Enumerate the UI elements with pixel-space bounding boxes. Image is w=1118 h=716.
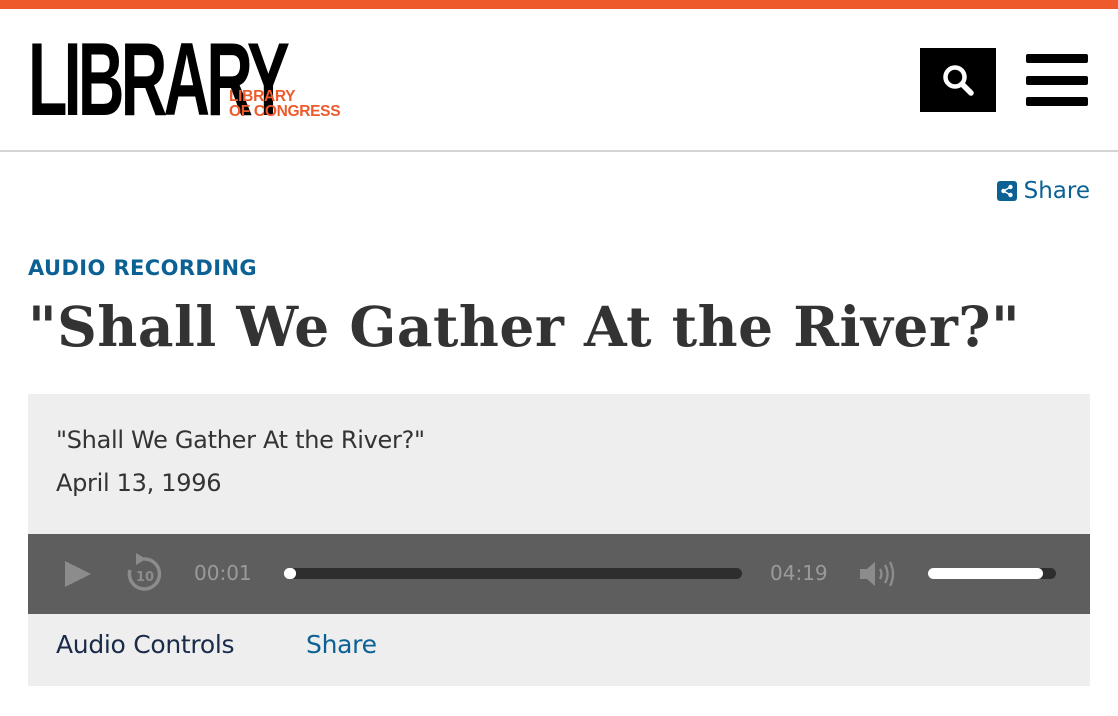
rewind-seconds-label: 10 <box>136 570 154 585</box>
media-date: April 13, 1996 <box>56 469 222 497</box>
hamburger-line <box>1026 97 1088 106</box>
media-title: "Shall We Gather At the River?" <box>56 426 425 454</box>
menu-button[interactable] <box>1026 54 1088 106</box>
logo-subtitle-line1: LIBRARY <box>229 88 296 105</box>
seek-bar[interactable] <box>284 568 742 579</box>
search-icon <box>943 65 974 96</box>
library-logo[interactable]: LIBRARY LIBRARY OF CONGRESS <box>28 22 358 138</box>
share-link-label: Share <box>1023 178 1090 204</box>
volume-icon <box>860 561 895 587</box>
hamburger-menu-icon <box>1026 54 1088 63</box>
media-tabs: Audio Controls Share <box>28 614 1090 686</box>
item-format-label: AUDIO RECORDING <box>28 256 258 280</box>
volume-level <box>928 568 1044 579</box>
volume-slider[interactable] <box>928 568 1056 579</box>
current-time: 00:01 <box>194 561 252 585</box>
media-card: "Shall We Gather At the River?" April 13… <box>28 394 1090 686</box>
share-icon <box>996 181 1017 201</box>
audio-player: 10 00:01 04:19 <box>28 534 1090 614</box>
logo-subtitle-line2: OF CONGRESS <box>229 103 341 120</box>
mute-button[interactable] <box>858 559 896 589</box>
logo-subtitle: LIBRARY OF CONGRESS <box>229 88 341 120</box>
search-button[interactable] <box>920 48 996 112</box>
site-header: LIBRARY LIBRARY OF CONGRESS <box>0 9 1118 152</box>
hamburger-line <box>1026 75 1088 85</box>
page-title: "Shall We Gather At the River?" <box>28 294 1021 359</box>
rewind-10-icon: 10 <box>127 553 162 591</box>
top-accent-stripe <box>0 0 1118 9</box>
share-link[interactable]: Share <box>996 178 1090 204</box>
tab-audio-controls[interactable]: Audio Controls <box>56 630 235 659</box>
duration-time: 04:19 <box>770 561 828 585</box>
tab-share[interactable]: Share <box>306 630 377 659</box>
play-button[interactable] <box>64 560 92 588</box>
seek-handle[interactable] <box>284 568 296 579</box>
logo-wordmark: LIBRARY <box>28 22 290 138</box>
rewind-10-button[interactable]: 10 <box>124 551 164 595</box>
play-icon <box>65 561 91 587</box>
